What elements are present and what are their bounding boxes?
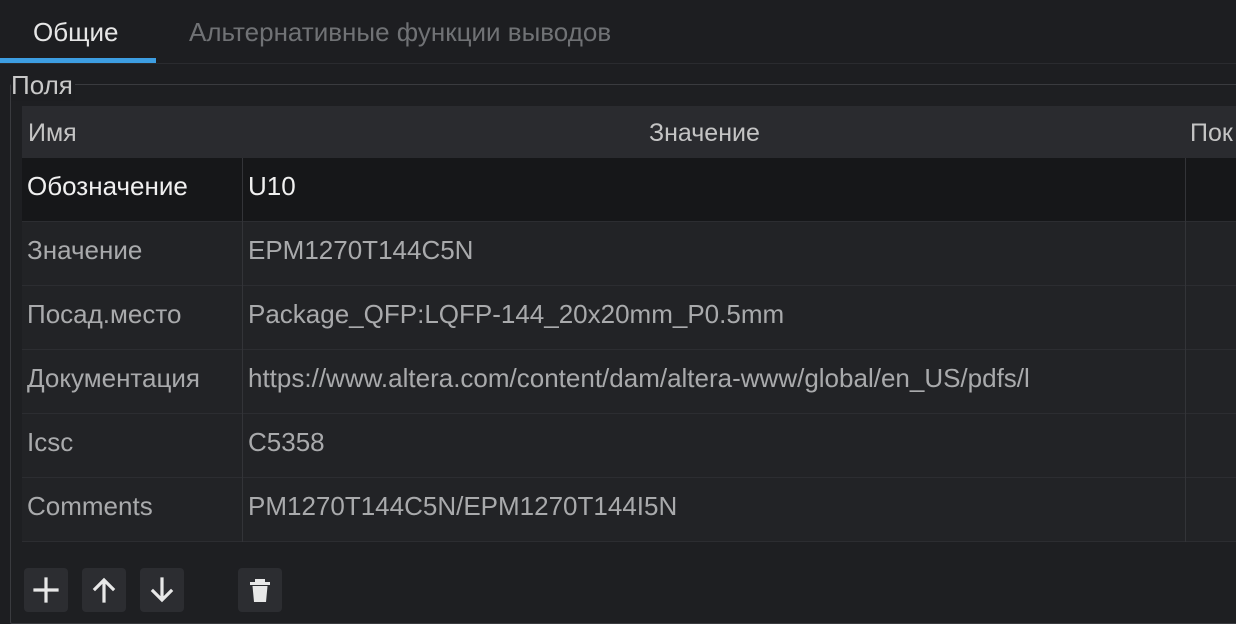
field-name-cell[interactable]: Comments <box>27 478 239 542</box>
tab-bar: Общие Альтернативные функции выводов <box>0 0 1236 64</box>
table-row[interactable]: Значение EPM1270T144C5N <box>22 222 1236 286</box>
delete-field-button[interactable] <box>238 568 282 612</box>
field-value-cell[interactable]: U10 <box>248 158 1183 222</box>
active-tab-indicator <box>0 58 156 63</box>
table-row[interactable]: Посад.место Package_QFP:LQFP-144_20x20mm… <box>22 286 1236 350</box>
move-up-button[interactable] <box>82 568 126 612</box>
field-name-cell[interactable]: Обозначение <box>27 158 239 222</box>
column-divider <box>242 158 243 542</box>
fields-table: Имя Значение Пок Обозначение U10 Значени… <box>22 106 1236 542</box>
tab-alternate-pin-functions[interactable]: Альтернативные функции выводов <box>189 0 611 64</box>
column-header-name[interactable]: Имя <box>28 106 77 158</box>
field-value-cell[interactable]: EPM1270T144C5N <box>248 222 1183 286</box>
column-header-show[interactable]: Пок <box>1190 106 1233 158</box>
add-field-button[interactable] <box>24 568 68 612</box>
table-row[interactable]: Документация https://www.altera.com/cont… <box>22 350 1236 414</box>
fields-group-title: Поля <box>11 70 75 101</box>
field-value-cell[interactable]: C5358 <box>248 414 1183 478</box>
field-name-cell[interactable]: Icsc <box>27 414 239 478</box>
trash-icon <box>250 579 270 602</box>
arrow-down-icon <box>150 577 174 603</box>
field-name-cell[interactable]: Посад.место <box>27 286 239 350</box>
table-row[interactable]: Comments PM1270T144C5N/EPM1270T144I5N <box>22 478 1236 542</box>
column-divider <box>1185 158 1186 542</box>
arrow-up-icon <box>92 577 116 603</box>
field-value-cell[interactable]: Package_QFP:LQFP-144_20x20mm_P0.5mm <box>248 286 1183 350</box>
field-name-cell[interactable]: Значение <box>27 222 239 286</box>
field-value-cell[interactable]: PM1270T144C5N/EPM1270T144I5N <box>248 478 1183 542</box>
table-row[interactable]: Обозначение U10 <box>22 158 1236 222</box>
table-header: Имя Значение Пок <box>22 106 1236 158</box>
column-header-value[interactable]: Значение <box>649 106 760 158</box>
table-row[interactable]: Icsc C5358 <box>22 414 1236 478</box>
plus-icon <box>33 577 59 603</box>
field-name-cell[interactable]: Документация <box>27 350 239 414</box>
move-down-button[interactable] <box>140 568 184 612</box>
tab-general[interactable]: Общие <box>33 0 119 64</box>
field-value-cell[interactable]: https://www.altera.com/content/dam/alter… <box>248 350 1183 414</box>
